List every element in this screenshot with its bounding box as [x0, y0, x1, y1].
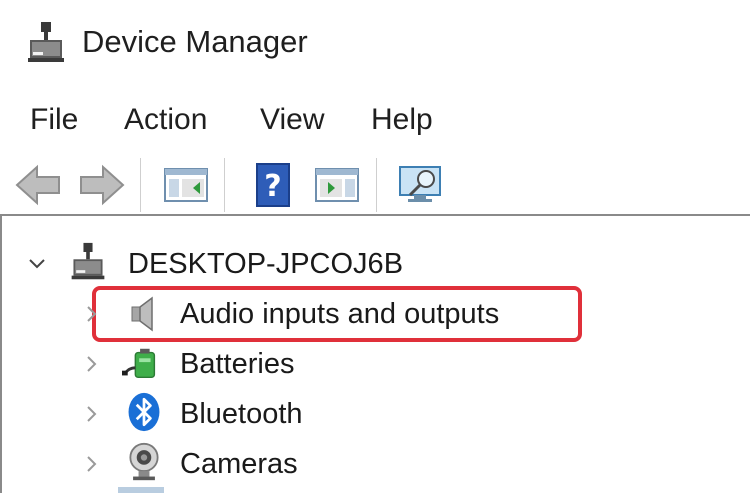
forward-button[interactable]: [78, 160, 126, 210]
show-hide-console-tree-icon: [164, 168, 208, 202]
tree-root-row[interactable]: DESKTOP-JPCOJ6B: [0, 240, 750, 288]
toolbar-separator: [140, 158, 141, 212]
tree-item-audio[interactable]: Audio inputs and outputs: [0, 290, 750, 338]
properties-pane-icon: [315, 168, 359, 202]
forward-arrow-icon: [80, 164, 125, 206]
tree-item-cameras[interactable]: Cameras: [0, 440, 750, 488]
device-manager-window: Device Manager File Action View Help ? D…: [0, 0, 750, 493]
help-icon: ?: [256, 163, 290, 207]
title-bar: Device Manager: [0, 0, 750, 86]
menu-file[interactable]: File: [30, 100, 78, 140]
computer-icon: [71, 242, 105, 280]
chevron-right-icon[interactable]: [82, 454, 102, 474]
toolbar-separator: [376, 158, 377, 212]
back-arrow-icon: [15, 164, 60, 206]
tree-item-label: Bluetooth: [180, 398, 303, 430]
webcam-icon: [129, 442, 159, 481]
tree-root-label: DESKTOP-JPCOJ6B: [128, 248, 404, 280]
next-item-icon-partial: [118, 487, 164, 493]
tree-item-label: Batteries: [180, 348, 295, 380]
tree-item-label: Cameras: [180, 448, 298, 480]
bluetooth-icon: [128, 392, 160, 432]
tree-item-batteries[interactable]: Batteries: [0, 340, 750, 388]
scan-hardware-monitor-icon: [399, 166, 441, 202]
svg-text:?: ?: [264, 169, 281, 204]
tree-item-label: Audio inputs and outputs: [180, 298, 500, 330]
menu-view[interactable]: View: [260, 100, 324, 140]
menu-bar: File Action View Help: [0, 94, 750, 146]
menu-help[interactable]: Help: [371, 100, 433, 140]
menu-action[interactable]: Action: [124, 100, 207, 140]
toolbar: ?: [0, 150, 750, 220]
toolbar-separator: [224, 158, 225, 212]
device-manager-icon: [28, 22, 64, 62]
chevron-right-icon[interactable]: [82, 404, 102, 424]
chevron-right-icon[interactable]: [82, 304, 102, 324]
chevron-down-icon[interactable]: [27, 254, 47, 274]
speaker-icon: [131, 296, 153, 332]
tree-item-bluetooth[interactable]: Bluetooth: [0, 390, 750, 438]
back-button[interactable]: [14, 160, 62, 210]
show-hide-console-tree-button[interactable]: [162, 160, 210, 210]
properties-pane-button[interactable]: [313, 160, 361, 210]
scan-hardware-button[interactable]: [398, 160, 446, 210]
chevron-right-icon[interactable]: [82, 354, 102, 374]
help-button[interactable]: ?: [249, 160, 297, 210]
battery-icon: [122, 348, 156, 379]
window-title: Device Manager: [82, 24, 308, 59]
